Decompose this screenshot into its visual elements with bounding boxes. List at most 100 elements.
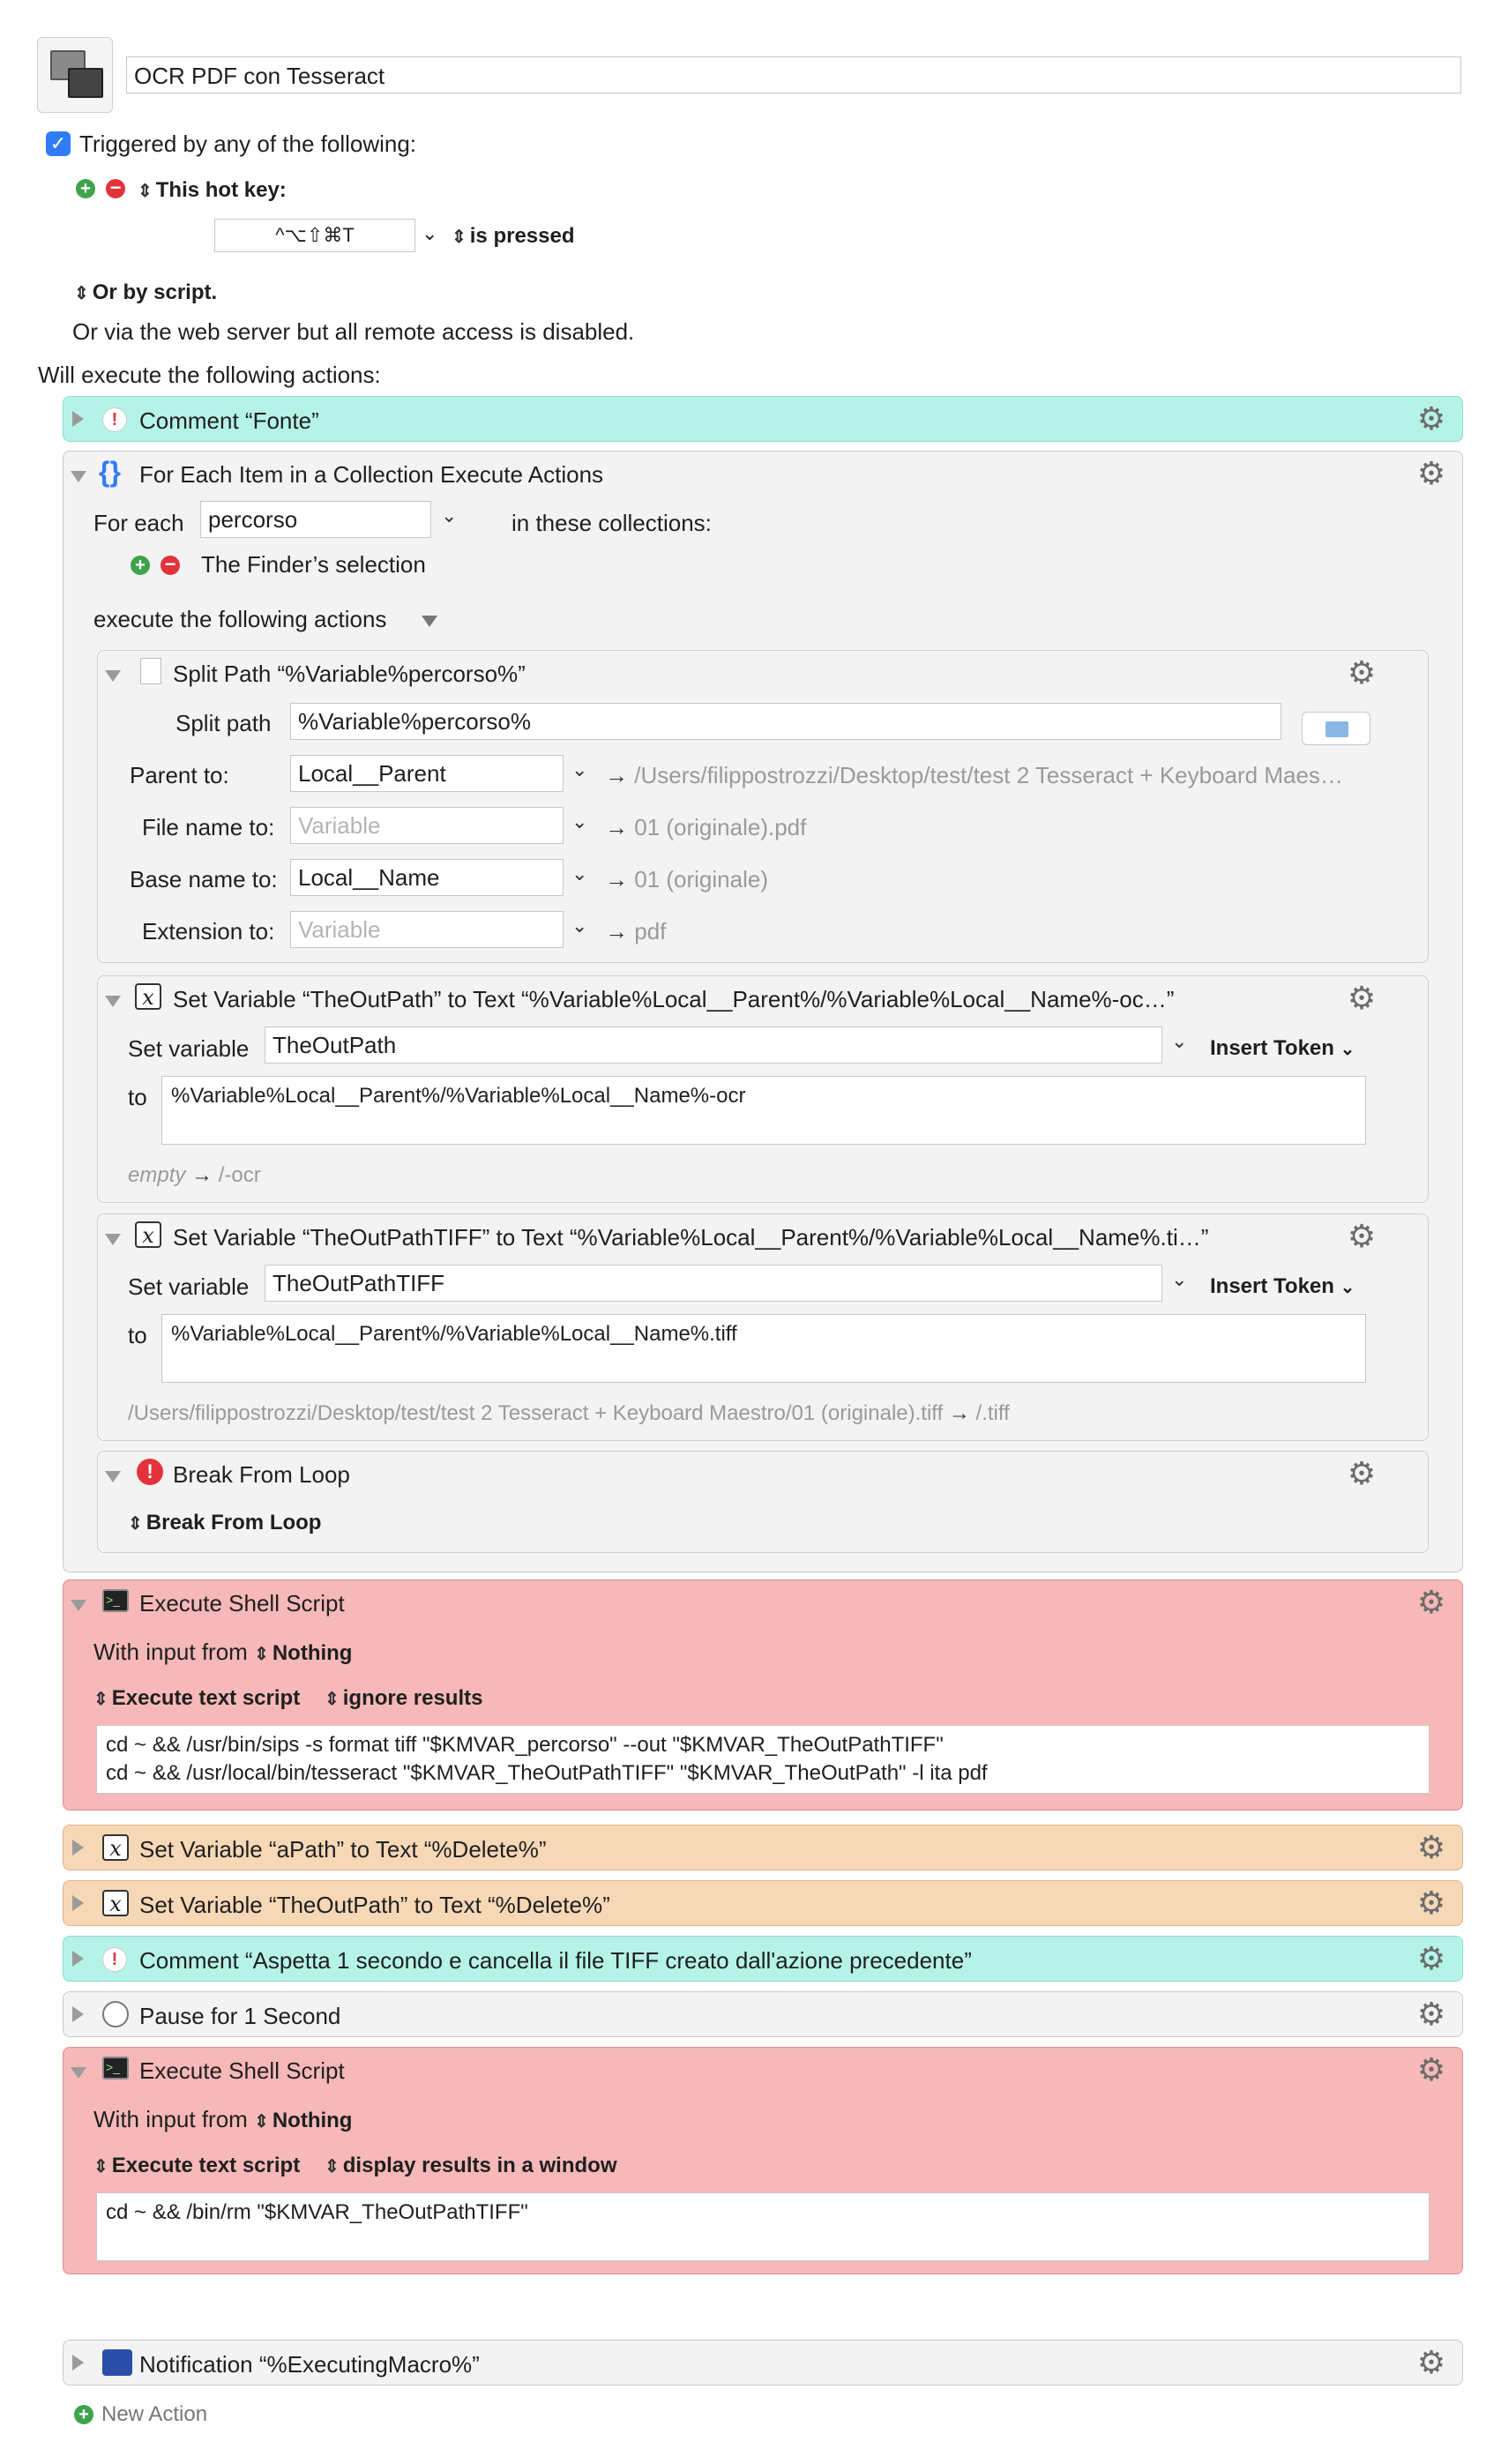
terminal-icon: >_ (102, 1589, 129, 1612)
disclosure-triangle[interactable] (72, 1840, 84, 1855)
script-trigger-type[interactable]: ⇕ Or by script. (74, 280, 217, 305)
split-path-label: Split path (175, 710, 272, 736)
gear-icon[interactable]: ⚙ (1416, 1587, 1446, 1618)
hotkey-label: This hot key: (155, 178, 287, 202)
action-notification[interactable]: Notification “%ExecutingMacro%” ⚙ (63, 2340, 1463, 2386)
execute-mode-popup[interactable]: ⇕ Execute text script (93, 1686, 300, 1711)
new-action-button[interactable]: New Action (101, 2402, 207, 2427)
script-text-field[interactable]: cd ~ && /usr/bin/sips -s format tiff "$K… (96, 1725, 1430, 1794)
split-path-field[interactable]: %Variable%percorso% (290, 703, 1281, 740)
chevron-down-icon[interactable]: ⌄ (571, 862, 587, 885)
triggered-label: Triggered by any of the following: (79, 131, 417, 157)
gear-icon[interactable]: ⚙ (1347, 1458, 1377, 1490)
script-text-field[interactable]: cd ~ && /bin/rm "$KMVAR_TheOutPathTIFF" (96, 2192, 1430, 2261)
input-from-label: With input from ⇕ Nothing (93, 1639, 353, 1665)
action-pause[interactable]: Pause for 1 Second ⚙ (63, 1991, 1463, 2037)
text-field[interactable]: %Variable%Local__Parent%/%Variable%Local… (161, 1076, 1366, 1145)
action-title: Set Variable “TheOutPathTIFF” to Text “%… (173, 1224, 1209, 1251)
gear-icon[interactable]: ⚙ (1347, 657, 1377, 689)
for-each-label: For each (93, 510, 184, 536)
action-set-variable-theoutpath-delete[interactable]: x Set Variable “TheOutPath” to Text “%De… (63, 1880, 1463, 1926)
filename-result: → 01 (originale).pdf (605, 814, 807, 840)
remove-collection-button[interactable]: − (161, 555, 180, 575)
to-label: to (128, 1084, 147, 1110)
insert-token-button[interactable]: Insert Token ⌄ (1210, 1036, 1355, 1061)
results-popup[interactable]: ⇕ display results in a window (325, 2154, 617, 2178)
gear-icon[interactable]: ⚙ (1416, 458, 1446, 489)
updown-icon: ⇕ (325, 1690, 340, 1709)
break-option-popup[interactable]: ⇕ Break From Loop (128, 1511, 321, 1535)
action-title: Execute Shell Script (139, 2057, 345, 2084)
hotkey-menu-chevron-icon[interactable]: ⌄ (422, 222, 437, 245)
filename-field[interactable]: Variable (290, 807, 564, 844)
disclosure-triangle[interactable] (72, 411, 84, 427)
gear-icon[interactable]: ⚙ (1347, 982, 1377, 1014)
parent-field[interactable]: Local__Parent (290, 755, 564, 792)
chevron-down-icon[interactable]: ⌄ (571, 758, 587, 781)
action-title: Split Path “%Variable%percorso%” (173, 661, 526, 687)
basename-field[interactable]: Local__Name (290, 859, 564, 896)
input-source-popup[interactable]: ⇕ Nothing (254, 2109, 352, 2132)
add-trigger-button[interactable]: + (76, 179, 95, 198)
updown-icon: ⇕ (452, 228, 467, 247)
macro-name-field[interactable]: OCR PDF con Tesseract (126, 56, 1461, 93)
new-action-plus-icon[interactable]: + (74, 2405, 93, 2424)
triggered-checkbox[interactable]: ✓ (46, 131, 71, 156)
results-popup[interactable]: ⇕ ignore results (325, 1686, 482, 1711)
choose-folder-button[interactable] (1302, 712, 1370, 745)
hotkey-trigger-type[interactable]: ⇕ This hot key: (138, 178, 287, 203)
chevron-down-icon[interactable]: ⌄ (1171, 1268, 1187, 1291)
macro-icon[interactable] (37, 37, 113, 113)
gear-icon[interactable]: ⚙ (1416, 1887, 1446, 1919)
disclosure-triangle[interactable] (71, 471, 86, 482)
hotkey-field[interactable]: ^⌥⇧⌘T (214, 219, 415, 252)
disclosure-triangle[interactable] (71, 1600, 86, 1611)
action-set-variable-apath[interactable]: x Set Variable “aPath” to Text “%Delete%… (63, 1825, 1463, 1870)
remove-trigger-button[interactable]: − (106, 178, 125, 198)
gear-icon[interactable]: ⚙ (1416, 2054, 1446, 2086)
x-variable-icon: x (135, 983, 161, 1010)
clock-icon (102, 2001, 129, 2027)
action-title: Set Variable “TheOutPath” to Text “%Vari… (173, 986, 1175, 1012)
extension-field[interactable]: Variable (290, 911, 564, 948)
hotkey-condition-popup[interactable]: ⇕ is pressed (452, 224, 575, 249)
foreach-variable-field[interactable]: percorso (200, 501, 431, 538)
disclosure-triangle[interactable] (105, 670, 121, 682)
disclosure-triangle[interactable] (105, 1471, 121, 1482)
text-field[interactable]: %Variable%Local__Parent%/%Variable%Local… (161, 1314, 1366, 1383)
input-source-popup[interactable]: ⇕ Nothing (254, 1641, 352, 1665)
gear-icon[interactable]: ⚙ (1416, 403, 1446, 435)
x-variable-icon: x (135, 1221, 161, 1248)
disclosure-triangle[interactable] (72, 2006, 84, 2022)
gear-icon[interactable]: ⚙ (1347, 1221, 1377, 1252)
document-icon (140, 658, 161, 684)
gear-icon[interactable]: ⚙ (1416, 1943, 1446, 1975)
gear-icon[interactable]: ⚙ (1416, 2347, 1446, 2378)
variable-name-field[interactable]: TheOutPathTIFF (265, 1265, 1162, 1302)
disclosure-triangle[interactable] (72, 2355, 84, 2371)
to-label: to (128, 1322, 147, 1348)
variable-name-field[interactable]: TheOutPath (265, 1027, 1162, 1064)
disclosure-triangle[interactable] (72, 1951, 84, 1967)
parent-result: → /Users/filippostrozzi/Desktop/test/tes… (605, 762, 1343, 788)
disclosure-triangle[interactable] (105, 1234, 121, 1245)
chevron-down-icon[interactable]: ⌄ (571, 915, 587, 937)
preview: empty → /-ocr (128, 1163, 261, 1187)
execute-mode-popup[interactable]: ⇕ Execute text script (93, 2154, 300, 2178)
add-collection-button[interactable]: + (131, 556, 150, 575)
disclosure-triangle[interactable] (72, 1895, 84, 1911)
chevron-down-icon[interactable]: ⌄ (441, 504, 457, 527)
action-comment-fonte[interactable]: ! Comment “Fonte” ⚙ (63, 396, 1463, 442)
disclosure-triangle[interactable] (71, 2067, 86, 2079)
disclosure-triangle[interactable] (105, 996, 121, 1007)
execute-menu-triangle[interactable] (422, 616, 437, 627)
chevron-down-icon[interactable]: ⌄ (571, 810, 587, 833)
gear-icon[interactable]: ⚙ (1416, 1832, 1446, 1863)
updown-icon: ⇕ (325, 2157, 340, 2177)
action-comment-aspetta[interactable]: ! Comment “Aspetta 1 secondo e cancella … (63, 1936, 1463, 1982)
gear-icon[interactable]: ⚙ (1416, 1998, 1446, 2030)
insert-token-button[interactable]: Insert Token ⌄ (1210, 1274, 1355, 1299)
chevron-down-icon[interactable]: ⌄ (1171, 1030, 1187, 1053)
collection-item[interactable]: The Finder’s selection (201, 551, 426, 579)
action-break-from-loop[interactable]: ! Break From Loop ⚙ ⇕ Break From Loop (97, 1451, 1429, 1553)
